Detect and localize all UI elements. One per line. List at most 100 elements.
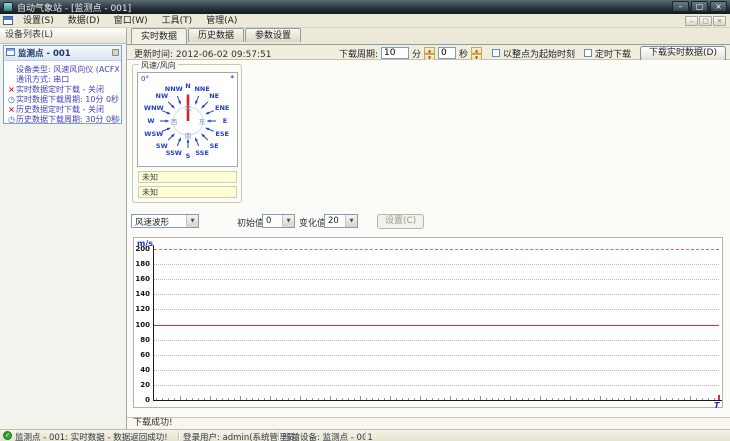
device-panel[interactable]: 监测点 - 001 设备类型: 风速风向仪 (ACFX-4)通讯方式: 串口×实… [3, 45, 122, 124]
device-info-text: 通讯方式: 串口 [16, 74, 70, 84]
x-minor-tick [414, 398, 415, 400]
chart-controls-row: 风速波形 ▼ 初始值: 0 ▼ 变化值: 20 ▼ 设置(C) [127, 214, 730, 230]
x-minor-tick [654, 398, 655, 400]
close-button[interactable]: × [710, 1, 727, 12]
x-minor-tick [594, 398, 595, 400]
x-minor-tick [360, 396, 361, 400]
h-gridline [154, 354, 719, 356]
x-minor-tick [258, 398, 259, 400]
x-end-marker [718, 395, 720, 400]
mdi-minimize-button[interactable]: – [685, 16, 698, 26]
menu-item-admin[interactable]: 管理(A) [199, 14, 244, 28]
h-gridline [154, 339, 719, 341]
x-minor-tick [522, 398, 523, 400]
x-minor-tick [708, 398, 709, 400]
compass-direction-label: WNW [143, 103, 164, 112]
minimize-button[interactable]: – [672, 1, 689, 12]
x-minor-tick [210, 396, 211, 400]
x-minor-tick [450, 396, 451, 400]
x-minor-tick [348, 398, 349, 400]
statusbar-separator [365, 431, 366, 440]
x-minor-tick [696, 398, 697, 400]
x-minor-tick [474, 398, 475, 400]
x-minor-tick [324, 398, 325, 400]
tab-history-data[interactable]: 历史数据 [188, 28, 245, 42]
app-window: 自动气象站 - [监测点 - 001] – ▢ × 设置(S) 数据(D) 窗口(W… [0, 0, 730, 441]
wind-compass: 0° * N NNE NE ENE E ESE SE SSE S SSW SW WSW W WNW NW NN… [137, 72, 238, 167]
compass-cn-label: 东 [198, 118, 206, 126]
x-minor-tick [402, 398, 403, 400]
update-time-value: 2012-06-02 09:57:51 [175, 50, 272, 60]
download-period-label: 下载周期: [338, 49, 378, 60]
compass-direction-label: NW [155, 92, 169, 101]
x-minor-tick [570, 396, 571, 400]
pin-icon[interactable] [112, 49, 119, 56]
menu-item-data[interactable]: 数据(D) [61, 14, 107, 28]
x-minor-tick [618, 398, 619, 400]
x-minor-tick [354, 398, 355, 400]
resize-grip-icon[interactable] [114, 116, 120, 122]
download-status-text: 下载成功! [133, 418, 173, 428]
mdi-close-button[interactable]: × [713, 16, 726, 26]
x-minor-tick [234, 398, 235, 400]
wind-groupbox-title: 风速/风向 [139, 60, 178, 71]
app-icon [3, 2, 13, 12]
tab-param-settings[interactable]: 参数设置 [245, 28, 302, 42]
chart-settings-button[interactable]: 设置(C) [377, 214, 425, 229]
sidebar-header: 设备列表(L) [0, 28, 126, 44]
align-to-hour-label: 以整点为起始时刻 [503, 49, 576, 60]
title-bar: 自动气象站 - [监测点 - 001] – ▢ × [0, 0, 730, 14]
status-ok-icon: ✓ [3, 431, 12, 440]
mdi-restore-button[interactable]: ▢ [699, 16, 712, 26]
maximize-button[interactable]: ▢ [691, 1, 708, 12]
x-minor-tick [510, 396, 511, 400]
x-minor-tick [558, 398, 559, 400]
download-realtime-button[interactable]: 下载实时数据(D) [640, 45, 726, 61]
menu-item-settings[interactable]: 设置(S) [16, 14, 61, 28]
device-panel-header[interactable]: 监测点 - 001 [4, 46, 121, 61]
x-minor-tick [270, 396, 271, 400]
waveform-select[interactable]: 风速波形 ▼ [131, 214, 199, 228]
x-minor-tick [288, 398, 289, 400]
x-minor-tick [264, 398, 265, 400]
seconds-input[interactable] [438, 47, 456, 59]
menu-bar: 设置(S) 数据(D) 窗口(W) 工具(T) 管理(A) – ▢ × [0, 14, 730, 28]
x-minor-tick [714, 398, 715, 400]
change-value-select[interactable]: 20 ▼ [324, 214, 358, 228]
chevron-down-icon: ▼ [186, 215, 198, 227]
x-minor-tick [198, 398, 199, 400]
minutes-input[interactable] [380, 47, 409, 59]
timed-download-checkbox[interactable] [584, 49, 593, 57]
x-minor-tick [306, 398, 307, 400]
mdi-system-icon[interactable] [3, 16, 13, 25]
x-minor-tick [276, 398, 277, 400]
x-minor-tick [666, 398, 667, 400]
x-minor-tick [492, 398, 493, 400]
compass-cn-label: 北 [184, 104, 192, 112]
y-axis-line [153, 245, 154, 400]
current-device: 当前设备: 监测点 - 001 [283, 431, 373, 441]
chevron-down-icon: ▼ [345, 215, 357, 227]
device-info-text: 实时数据下载周期: 10分 0秒 [16, 94, 119, 104]
menu-item-tools[interactable]: 工具(T) [155, 14, 200, 28]
compass-direction-label: ENE [215, 103, 230, 112]
main-area: 实时数据 历史数据 参数设置 更新时间: 2012-06-02 09:57:51 下… [127, 28, 730, 429]
minutes-spinner[interactable]: ▲ ▼ [424, 47, 435, 61]
initial-value-select[interactable]: 0 ▼ [262, 214, 295, 228]
x-minor-tick [576, 398, 577, 400]
x-minor-tick [294, 398, 295, 400]
seconds-spinner[interactable]: ▲ ▼ [471, 47, 483, 61]
menu-item-window[interactable]: 窗口(W) [107, 14, 155, 28]
x-minor-tick [390, 396, 391, 400]
tab-realtime-data[interactable]: 实时数据 [131, 28, 188, 44]
compass-cn-label: 西 [170, 118, 178, 126]
h-gridline [154, 369, 719, 371]
x-minor-tick [600, 396, 601, 400]
x-minor-tick [468, 398, 469, 400]
x-minor-tick [366, 398, 367, 400]
align-to-hour-checkbox[interactable] [492, 49, 501, 57]
x-minor-tick [624, 398, 625, 400]
x-minor-tick [426, 398, 427, 400]
compass-direction-label: N [185, 82, 191, 90]
y-tick-label: 200 [135, 245, 150, 253]
